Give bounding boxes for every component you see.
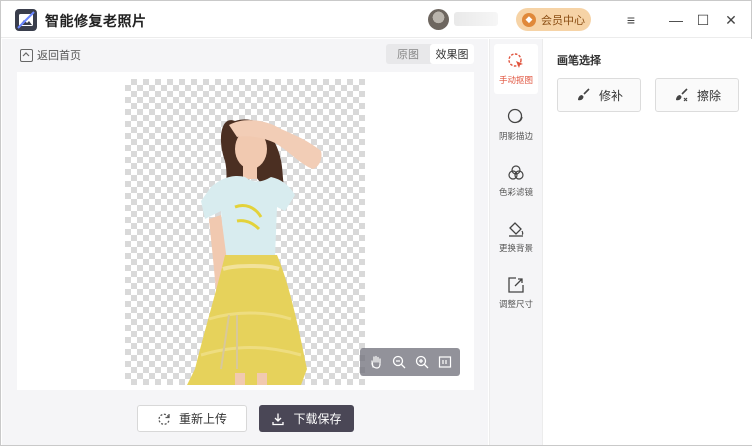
vip-center-button[interactable]: ◆ 会员中心 xyxy=(516,8,591,31)
zoom-toolbar xyxy=(360,348,460,376)
view-toggle: 原图 效果图 xyxy=(386,44,474,64)
back-home-link[interactable]: 返回首页 xyxy=(20,47,81,63)
cursor-brush-icon xyxy=(507,52,525,70)
user-name-blurred[interactable] xyxy=(454,12,498,26)
app-logo-icon xyxy=(15,9,37,31)
tool-label: 阴影描边 xyxy=(498,131,533,141)
tool-label: 手动抠图 xyxy=(498,75,533,85)
app-title: 智能修复老照片 xyxy=(45,13,147,29)
home-icon xyxy=(20,48,33,62)
transparent-background xyxy=(125,79,365,385)
editor-area: 返回首页 原图 效果图 重新上传 下载保存 xyxy=(2,39,488,445)
tool-label: 更换背景 xyxy=(498,243,533,253)
eraser-brush-icon xyxy=(675,88,688,102)
hand-pan-icon[interactable] xyxy=(367,353,385,371)
color-filter-icon xyxy=(507,164,525,182)
tool-label: 调整尺寸 xyxy=(498,299,533,309)
tool-resize[interactable]: 调整尺寸 xyxy=(494,268,538,318)
download-save-label: 下载保存 xyxy=(293,412,342,426)
image-canvas[interactable] xyxy=(17,72,474,390)
paint-bucket-icon xyxy=(507,220,525,238)
repair-label: 修补 xyxy=(598,88,623,103)
minimize-button[interactable]: — xyxy=(665,9,687,31)
tool-sidebar: 手动抠图 阴影描边 色彩滤镜 更换背景 调整尺寸 xyxy=(489,39,543,445)
reupload-label: 重新上传 xyxy=(178,412,227,426)
tab-original[interactable]: 原图 xyxy=(386,44,430,64)
title-bar: 智能修复老照片 ◆ 会员中心 ≡ — ☐ ✕ xyxy=(1,1,751,38)
tool-change-background[interactable]: 更换背景 xyxy=(494,212,538,262)
erase-brush-button[interactable]: 擦除 xyxy=(655,78,739,112)
zoom-out-icon[interactable] xyxy=(390,353,408,371)
brush-icon xyxy=(577,88,590,101)
tab-result[interactable]: 效果图 xyxy=(430,44,474,64)
tool-label: 色彩滤镜 xyxy=(498,187,533,197)
app-window: 智能修复老照片 ◆ 会员中心 ≡ — ☐ ✕ 返回首页 原图 效果图 重新上传 … xyxy=(0,0,752,446)
download-save-button[interactable]: 下载保存 xyxy=(259,405,354,432)
reupload-button[interactable]: 重新上传 xyxy=(137,405,247,432)
menu-icon[interactable]: ≡ xyxy=(620,9,642,31)
refresh-icon xyxy=(158,413,170,425)
maximize-button[interactable]: ☐ xyxy=(692,9,714,31)
cutout-photo xyxy=(187,119,322,385)
erase-label: 擦除 xyxy=(696,88,721,103)
brush-select-title: 画笔选择 xyxy=(557,55,601,67)
tool-color-filter[interactable]: 色彩滤镜 xyxy=(494,156,538,206)
fit-screen-icon[interactable] xyxy=(436,353,454,371)
user-avatar[interactable] xyxy=(428,9,449,30)
shadow-stroke-icon xyxy=(507,108,525,126)
resize-icon xyxy=(507,276,525,294)
close-button[interactable]: ✕ xyxy=(720,9,742,31)
tool-shadow-stroke[interactable]: 阴影描边 xyxy=(494,100,538,150)
repair-brush-button[interactable]: 修补 xyxy=(557,78,641,112)
download-icon xyxy=(272,413,285,425)
brush-options-panel: 画笔选择 修补 擦除 xyxy=(544,39,752,445)
vip-center-label: 会员中心 xyxy=(541,14,585,27)
zoom-in-icon[interactable] xyxy=(413,353,431,371)
diamond-icon: ◆ xyxy=(522,12,536,27)
tool-manual-cutout[interactable]: 手动抠图 xyxy=(494,44,538,94)
back-home-label: 返回首页 xyxy=(37,50,81,62)
